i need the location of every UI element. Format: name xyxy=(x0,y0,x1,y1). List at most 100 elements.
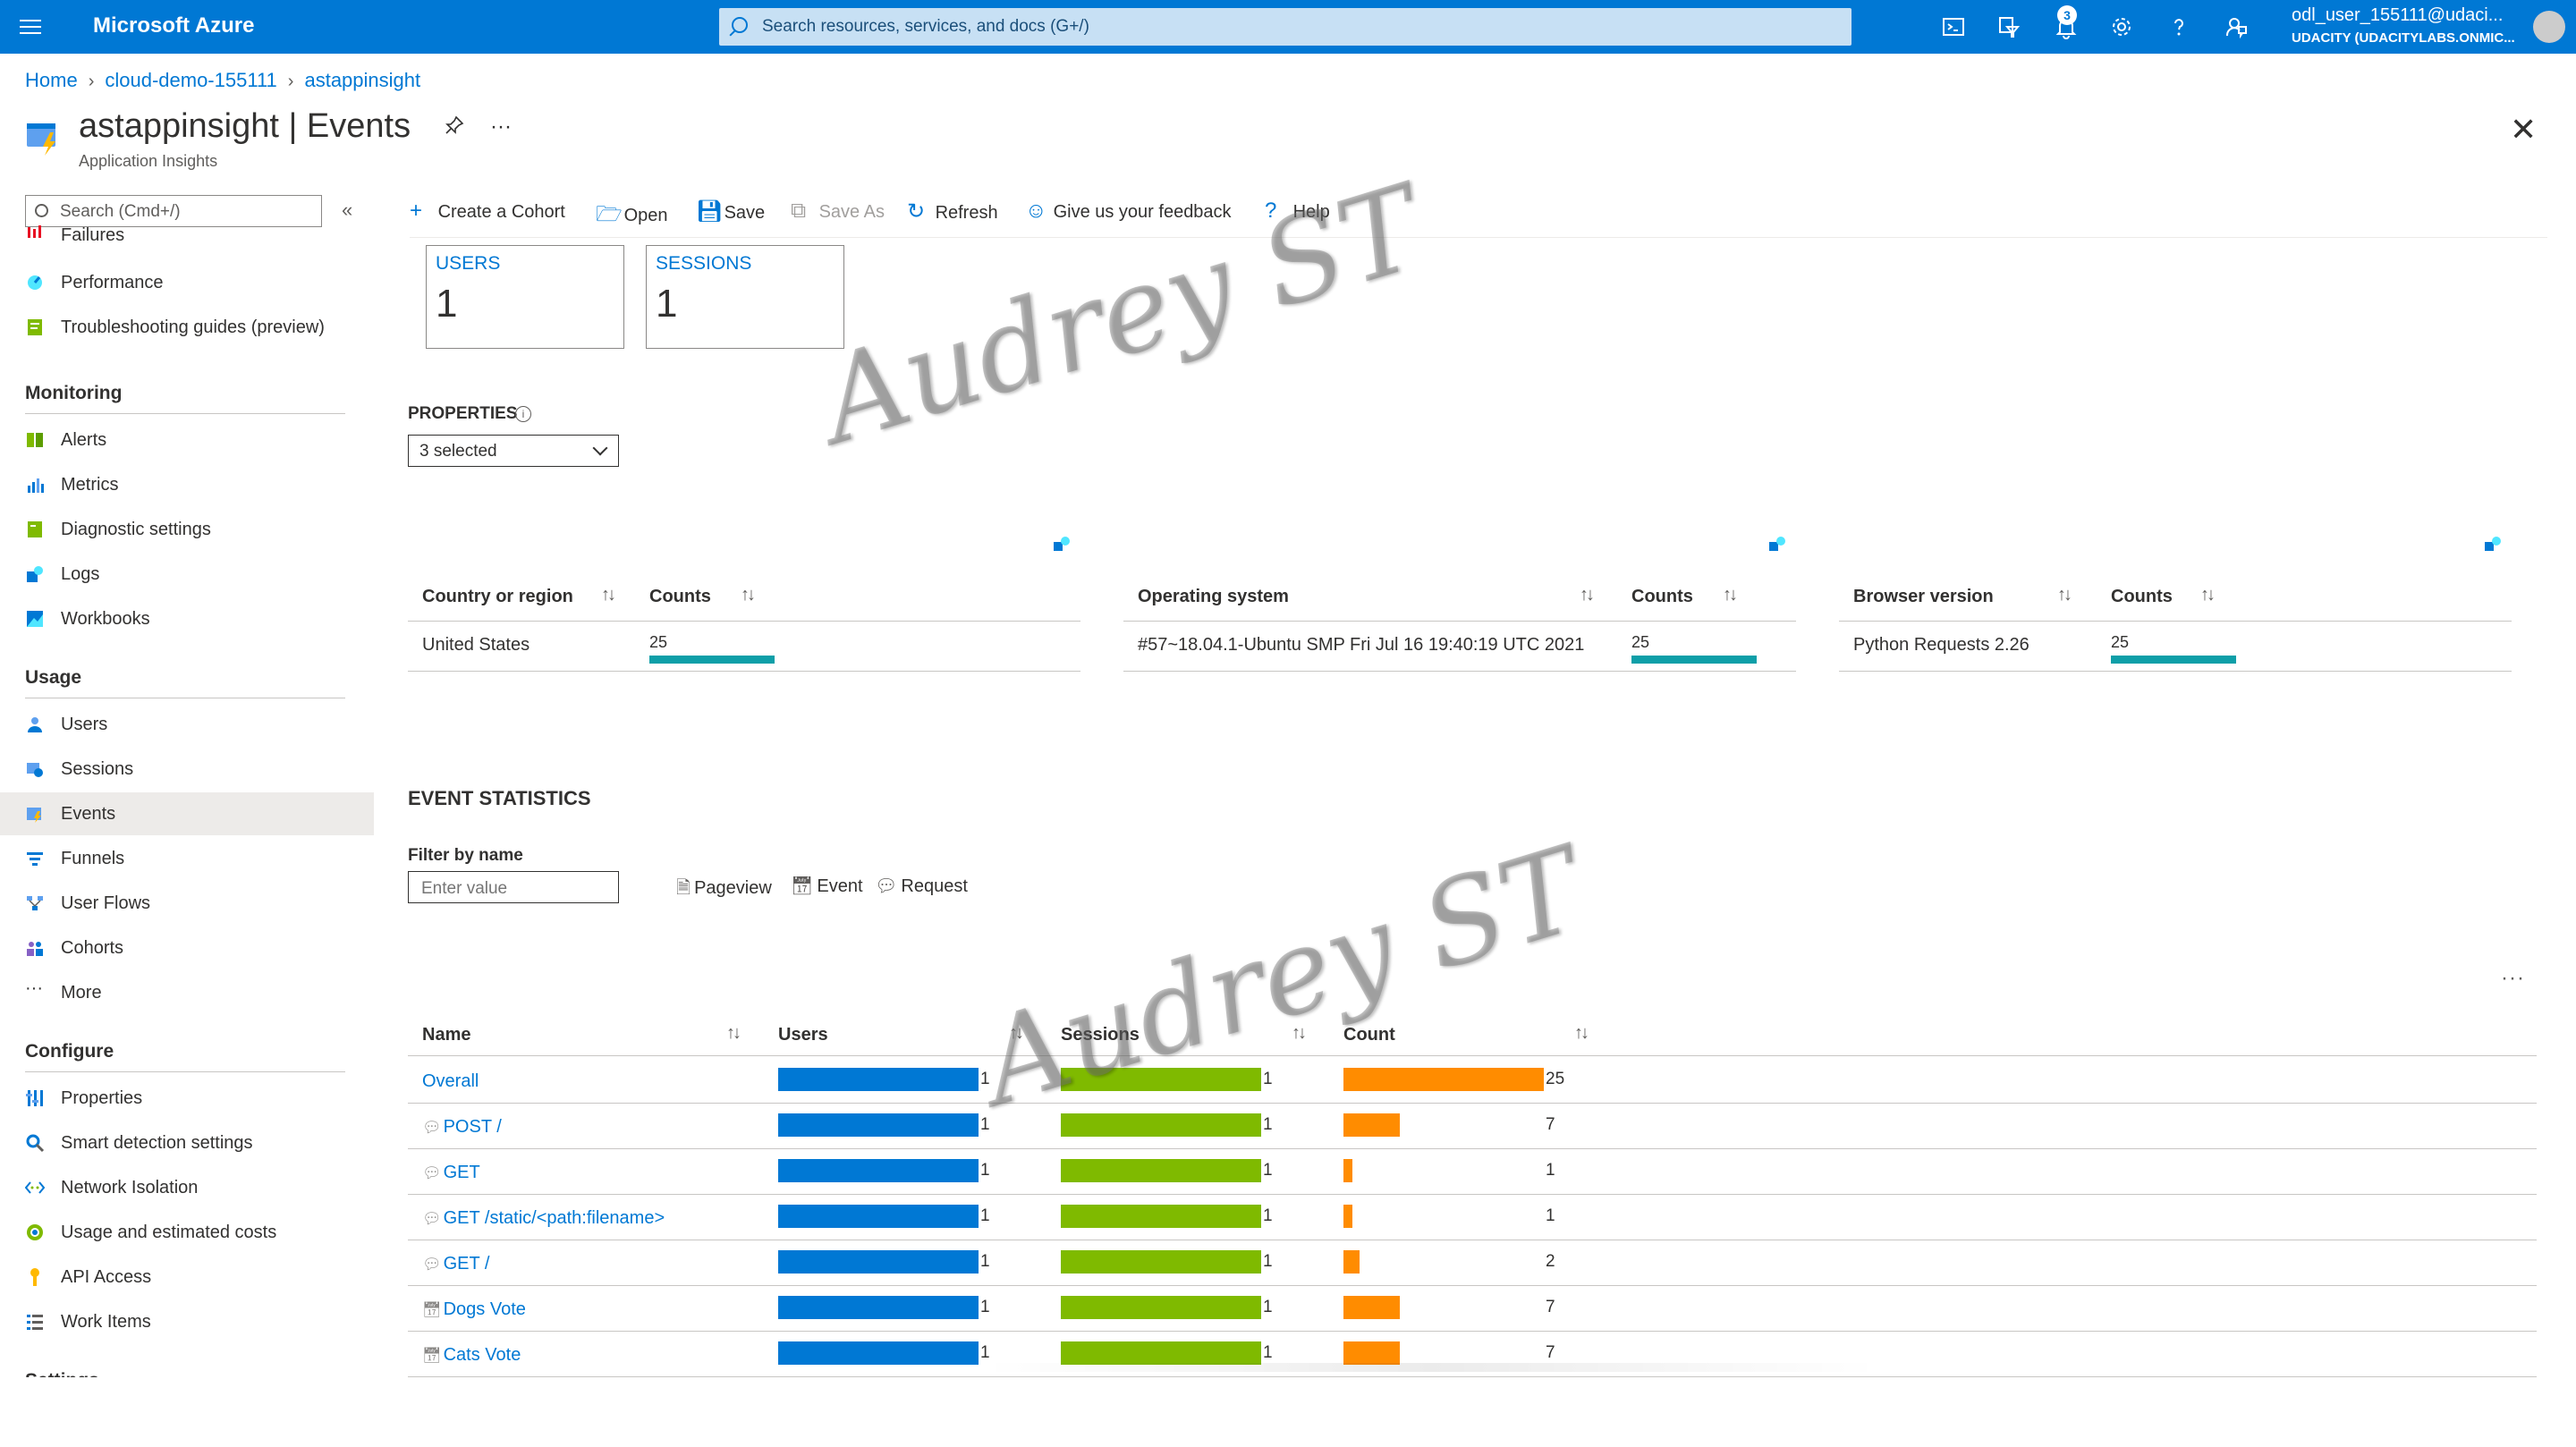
open-button[interactable]: 🗁 Open xyxy=(596,199,668,235)
sidebar-item-workbooks[interactable]: Workbooks xyxy=(0,597,374,640)
properties-dropdown[interactable]: 3 selected xyxy=(408,435,619,467)
breadcrumb-home[interactable]: Home xyxy=(25,69,78,91)
event-name-link[interactable]: 💬︎ POST / xyxy=(422,1117,502,1138)
sort-icon[interactable]: ↑↓ xyxy=(741,585,756,605)
count-bar xyxy=(1631,656,1757,664)
sidebar-item-more[interactable]: ··· More xyxy=(0,971,374,1014)
sidebar-item-troubleshooting[interactable]: Troubleshooting guides (preview) xyxy=(0,306,374,349)
table-row[interactable]: Overall 1 1 25 xyxy=(408,1057,2537,1104)
sidebar-item-usage-costs[interactable]: Usage and estimated costs xyxy=(0,1211,374,1254)
gear-icon[interactable] xyxy=(2109,14,2134,39)
sidebar-item-sessions[interactable]: Sessions xyxy=(0,748,374,791)
sort-icon[interactable]: ↑↓ xyxy=(2200,585,2216,605)
sidebar-item-label: Usage and estimated costs xyxy=(61,1223,277,1242)
sidebar-item-api-access[interactable]: API Access xyxy=(0,1256,374,1299)
sidebar-item-work-items[interactable]: Work Items xyxy=(0,1300,374,1343)
column-header[interactable]: Counts xyxy=(649,587,711,607)
avatar[interactable] xyxy=(2533,11,2565,43)
column-header[interactable]: Country or region xyxy=(422,587,573,607)
sidebar-item-label: Network Isolation xyxy=(61,1178,199,1197)
sidebar-item-failures[interactable]: Failures xyxy=(0,225,374,254)
breadcrumb-resource[interactable]: astappinsight xyxy=(304,69,420,91)
create-cohort-button[interactable]: + Create a Cohort xyxy=(410,199,565,224)
notification-count-badge: 3 xyxy=(2057,5,2077,25)
network-isolation-icon xyxy=(25,1181,45,1194)
column-header[interactable]: Operating system xyxy=(1138,587,1289,607)
event-name-link[interactable]: 💬︎ GET /static/<path:filename> xyxy=(422,1208,665,1229)
help-icon[interactable] xyxy=(2166,14,2191,39)
save-as-button[interactable]: ⧉ Save As xyxy=(791,199,885,224)
menu-search-input[interactable]: Search (Cmd+/) xyxy=(25,195,322,227)
account-directory[interactable]: UDACITY (UDACITYLABS.ONMIC... xyxy=(2292,30,2515,46)
collapse-menu-button[interactable]: « xyxy=(342,199,352,222)
event-name-link[interactable]: 💬︎ GET / xyxy=(422,1254,489,1274)
column-header[interactable]: Name xyxy=(422,1025,470,1045)
table-row[interactable]: 💬︎ GET / 1 1 2 xyxy=(408,1240,2537,1286)
sidebar-item-properties[interactable]: Properties xyxy=(0,1077,374,1120)
users-value: 1 xyxy=(980,1298,990,1316)
pop-out-icon[interactable] xyxy=(1767,535,1787,554)
brand-title[interactable]: Microsoft Azure xyxy=(93,13,254,38)
pop-out-icon[interactable] xyxy=(2483,535,2503,554)
global-search-placeholder: Search resources, services, and docs (G+… xyxy=(762,17,1089,36)
sidebar-item-smart-detection[interactable]: Smart detection settings xyxy=(0,1121,374,1164)
refresh-button[interactable]: ↻ Refresh xyxy=(907,199,998,224)
feedback-icon[interactable] xyxy=(2224,14,2249,39)
column-header[interactable]: Counts xyxy=(1631,587,1693,607)
close-icon[interactable]: ✕ xyxy=(2510,111,2537,148)
sort-icon[interactable]: ↑↓ xyxy=(726,1023,741,1044)
cloud-shell-icon[interactable] xyxy=(1941,14,1966,39)
column-header[interactable]: Browser version xyxy=(1853,587,1994,607)
top-bar: Microsoft Azure Search resources, servic… xyxy=(0,0,2576,54)
global-search-input[interactable]: Search resources, services, and docs (G+… xyxy=(719,8,1852,46)
sidebar-item-diagnostic-settings[interactable]: Diagnostic settings xyxy=(0,508,374,551)
hamburger-menu-icon[interactable] xyxy=(20,15,41,38)
pop-out-icon[interactable] xyxy=(1052,535,1072,554)
chat-bubble-icon: 💬︎ xyxy=(422,1210,442,1227)
column-header[interactable]: Counts xyxy=(2111,587,2173,607)
divider xyxy=(408,671,1080,672)
more-options-button[interactable]: ··· xyxy=(490,114,512,140)
sidebar-item-network-isolation[interactable]: Network Isolation xyxy=(0,1166,374,1209)
filter-name-field[interactable] xyxy=(419,878,611,900)
sort-icon[interactable]: ↑↓ xyxy=(2057,585,2072,605)
table-row[interactable]: 💬︎ GET /static/<path:filename> 1 1 1 xyxy=(408,1194,2537,1240)
more-options-button[interactable]: ··· xyxy=(2501,966,2525,991)
pin-icon[interactable] xyxy=(444,114,465,136)
sidebar-item-users[interactable]: Users xyxy=(0,703,374,746)
event-name-link[interactable]: 💬︎ GET xyxy=(422,1163,480,1183)
sidebar-item-label: Alerts xyxy=(61,430,107,450)
event-name-link[interactable]: 📅︎ Cats Vote xyxy=(422,1345,521,1366)
sort-icon[interactable]: ↑↓ xyxy=(1580,585,1595,605)
sort-icon[interactable]: ↑↓ xyxy=(601,585,616,605)
column-header[interactable]: Users xyxy=(778,1025,828,1045)
sessions-tile[interactable]: SESSIONS 1 xyxy=(646,245,844,349)
sort-icon[interactable]: ↑↓ xyxy=(1723,585,1738,605)
chat-bubble-icon: 💬︎ xyxy=(422,1164,442,1181)
sidebar-item-logs[interactable]: Logs xyxy=(0,553,374,596)
users-bar xyxy=(778,1341,979,1365)
sidebar-item-user-flows[interactable]: User Flows xyxy=(0,882,374,925)
save-button[interactable]: 💾︎ Save xyxy=(696,199,765,224)
sidebar-item-metrics[interactable]: Metrics xyxy=(0,463,374,506)
users-tile[interactable]: USERS 1 xyxy=(426,245,624,349)
sidebar-item-funnels[interactable]: Funnels xyxy=(0,837,374,880)
account-name[interactable]: odl_user_155111@udaci... xyxy=(2292,5,2503,26)
sort-icon[interactable]: ↑↓ xyxy=(1574,1023,1589,1044)
event-name-link[interactable]: Overall xyxy=(422,1071,479,1092)
plus-icon: + xyxy=(410,199,423,223)
column-header[interactable]: Count xyxy=(1343,1025,1395,1045)
info-icon[interactable]: i xyxy=(515,406,531,422)
sidebar-item-alerts[interactable]: Alerts xyxy=(0,419,374,461)
event-name-link[interactable]: 📅︎ Dogs Vote xyxy=(422,1299,526,1320)
breadcrumb-resource-group[interactable]: cloud-demo-155111 xyxy=(105,69,276,91)
table-row[interactable]: 💬︎ POST / 1 1 7 xyxy=(408,1103,2537,1149)
table-row[interactable]: 📅︎ Dogs Vote 1 1 7 xyxy=(408,1285,2537,1332)
filter-name-input[interactable] xyxy=(408,871,619,903)
sidebar-item-cohorts[interactable]: Cohorts xyxy=(0,927,374,969)
sidebar-item-performance[interactable]: Performance xyxy=(0,261,374,304)
table-row[interactable]: 💬︎ GET 1 1 1 xyxy=(408,1148,2537,1195)
sidebar-item-events[interactable]: Events xyxy=(0,792,374,835)
directory-filter-icon[interactable] xyxy=(1996,14,2021,39)
count-bar xyxy=(1343,1341,1400,1365)
